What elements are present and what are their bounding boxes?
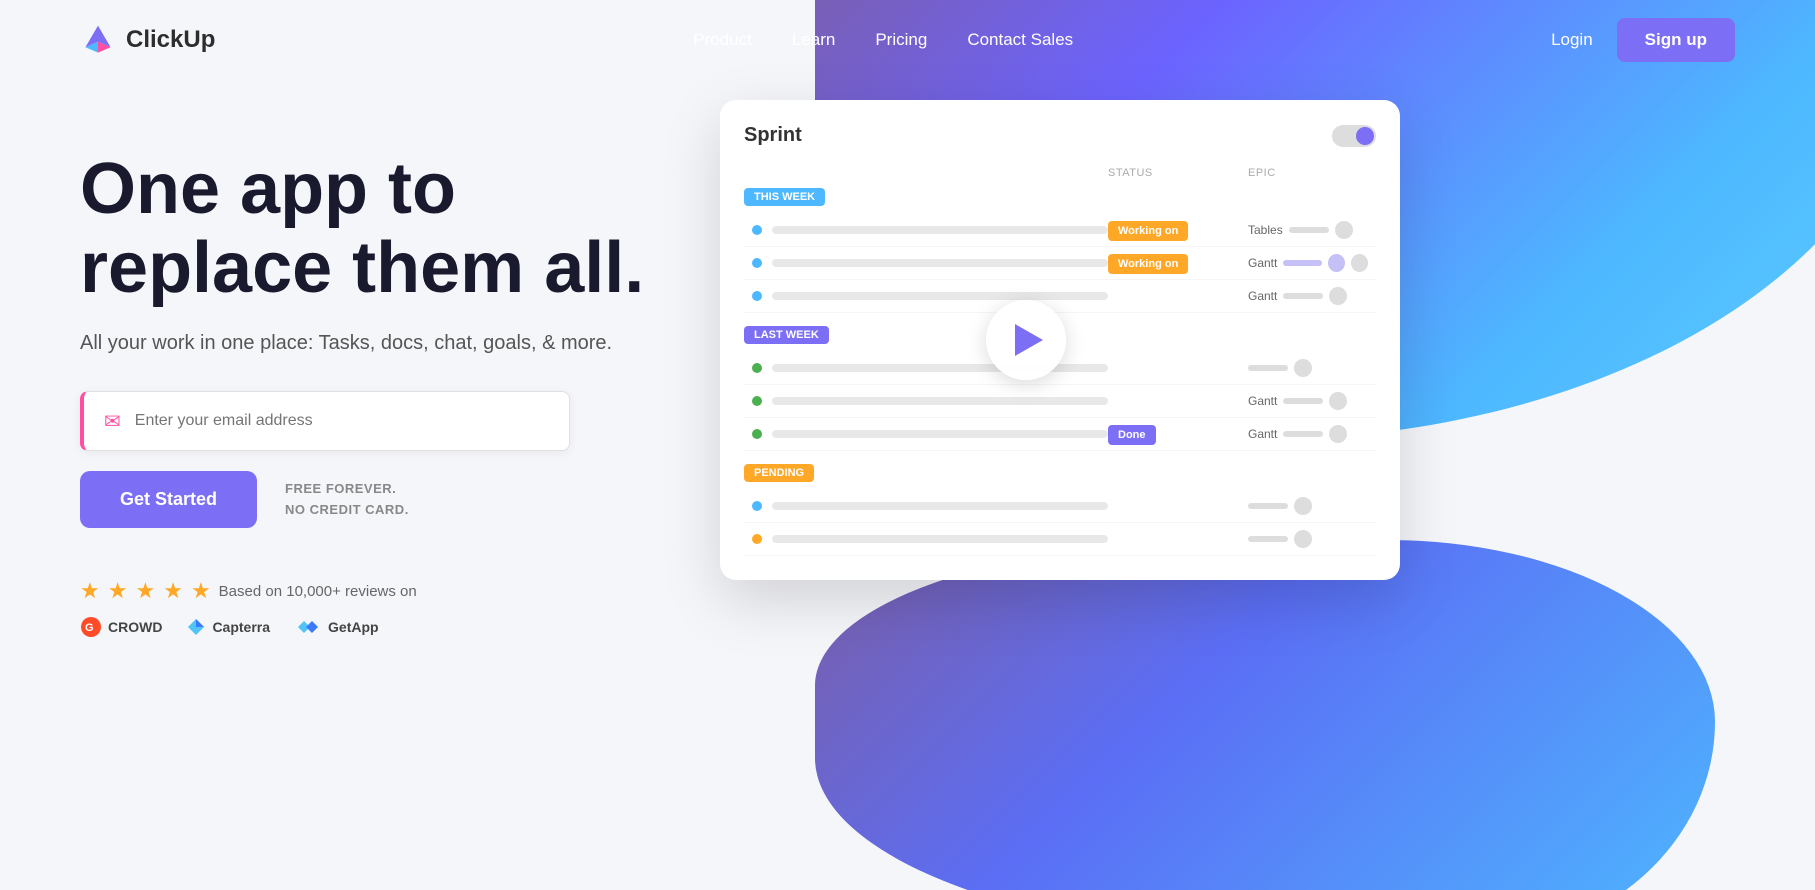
review-logos-row: G CROWD Capterra GetApp [80, 616, 660, 638]
status-badge: Working on [1108, 254, 1188, 274]
task-bar [772, 430, 1108, 438]
main-content: One app to replace them all. All your wo… [0, 80, 1815, 638]
col-status: STATUS [1108, 167, 1248, 179]
signup-button[interactable]: Sign up [1617, 18, 1735, 62]
table-row[interactable]: Gantt [744, 280, 1376, 313]
task-dot [752, 429, 762, 439]
email-input[interactable] [135, 412, 549, 430]
mockup-title: Sprint [744, 124, 802, 147]
reviews-section: ★ ★ ★ ★ ★ Based on 10,000+ reviews on G … [80, 578, 660, 638]
pending-label: PENDING [744, 464, 814, 482]
task-bar [772, 292, 1108, 300]
star-4: ★ [163, 578, 183, 604]
epic-cell [1248, 497, 1368, 515]
g2crowd-icon: G [80, 616, 102, 638]
col-task [752, 167, 1108, 179]
task-dot [752, 291, 762, 301]
task-dot [752, 225, 762, 235]
table-row[interactable]: Done Gantt [744, 418, 1376, 451]
cta-row: Get Started FREE FOREVER. NO CREDIT CARD… [80, 471, 660, 528]
email-icon: ✉ [104, 409, 121, 434]
logo[interactable]: ClickUp [80, 22, 215, 58]
right-side: Sprint STATUS EPIC THIS WEEK [720, 100, 1735, 580]
col-epic: EPIC [1248, 167, 1368, 179]
this-week-label: THIS WEEK [744, 188, 825, 206]
capterra-icon [186, 617, 206, 637]
task-dot [752, 363, 762, 373]
epic-cell: Tables [1248, 221, 1368, 239]
toggle-track [1332, 125, 1376, 147]
nav-links: Product Learn Pricing Contact Sales [693, 30, 1073, 50]
epic-cell: Gantt [1248, 425, 1368, 443]
epic-cell: Gantt [1248, 254, 1368, 272]
task-bar [772, 259, 1108, 267]
reviews-text: Based on 10,000+ reviews on [219, 583, 417, 600]
epic-cell: Gantt [1248, 287, 1368, 305]
table-row[interactable]: Working on Gantt [744, 247, 1376, 280]
this-week-section: THIS WEEK Working on Tables [744, 187, 1376, 313]
task-bar [772, 226, 1108, 234]
play-icon [1015, 324, 1043, 356]
play-button[interactable] [986, 300, 1066, 380]
table-row[interactable] [744, 523, 1376, 556]
email-input-wrapper[interactable]: ✉ [80, 391, 570, 451]
login-button[interactable]: Login [1551, 30, 1593, 50]
stars-row: ★ ★ ★ ★ ★ Based on 10,000+ reviews on [80, 578, 660, 604]
star-5: ★ [191, 578, 211, 604]
hero-title-line2: replace them all. [80, 228, 644, 308]
table-row[interactable]: Gantt [744, 385, 1376, 418]
svg-text:G: G [85, 622, 94, 634]
nav-learn[interactable]: Learn [792, 30, 835, 50]
task-bar [772, 364, 1108, 372]
navbar: ClickUp Product Learn Pricing Contact Sa… [0, 0, 1815, 80]
table-row[interactable]: Working on Tables [744, 214, 1376, 247]
section-divider [744, 451, 1376, 463]
star-2: ★ [108, 578, 128, 604]
nav-actions: Login Sign up [1551, 18, 1735, 62]
app-mockup: Sprint STATUS EPIC THIS WEEK [720, 100, 1400, 580]
left-side: One app to replace them all. All your wo… [80, 120, 660, 638]
capterra-logo: Capterra [186, 617, 270, 637]
hero-title-line1: One app to [80, 149, 456, 229]
task-dot [752, 501, 762, 511]
star-3: ★ [135, 578, 155, 604]
task-dot [752, 534, 762, 544]
task-bar [772, 397, 1108, 405]
g2crowd-logo: G CROWD [80, 616, 162, 638]
task-dot [752, 396, 762, 406]
task-bar [772, 535, 1108, 543]
hero-subtitle: All your work in one place: Tasks, docs,… [80, 332, 660, 355]
status-badge: Working on [1108, 221, 1188, 241]
table-row[interactable] [744, 490, 1376, 523]
star-1: ★ [80, 578, 100, 604]
table-columns-header: STATUS EPIC [744, 167, 1376, 179]
logo-icon [80, 22, 116, 58]
toggle-switch[interactable] [1332, 125, 1376, 147]
free-forever-text: FREE FOREVER. NO CREDIT CARD. [285, 479, 409, 521]
pending-section: PENDING [744, 463, 1376, 556]
getapp-icon [294, 617, 322, 637]
epic-cell [1248, 530, 1368, 548]
nav-contact-sales[interactable]: Contact Sales [967, 30, 1073, 50]
hero-title: One app to replace them all. [80, 150, 660, 308]
nav-product[interactable]: Product [693, 30, 752, 50]
last-week-label: LAST WEEK [744, 326, 829, 344]
toggle-thumb [1356, 127, 1374, 145]
logo-text: ClickUp [126, 26, 215, 54]
nav-pricing[interactable]: Pricing [875, 30, 927, 50]
getapp-logo: GetApp [294, 617, 379, 637]
mockup-header: Sprint [744, 124, 1376, 147]
task-bar [772, 502, 1108, 510]
epic-cell: Gantt [1248, 392, 1368, 410]
status-badge: Done [1108, 425, 1156, 445]
epic-cell [1248, 359, 1368, 377]
get-started-button[interactable]: Get Started [80, 471, 257, 528]
task-dot [752, 258, 762, 268]
